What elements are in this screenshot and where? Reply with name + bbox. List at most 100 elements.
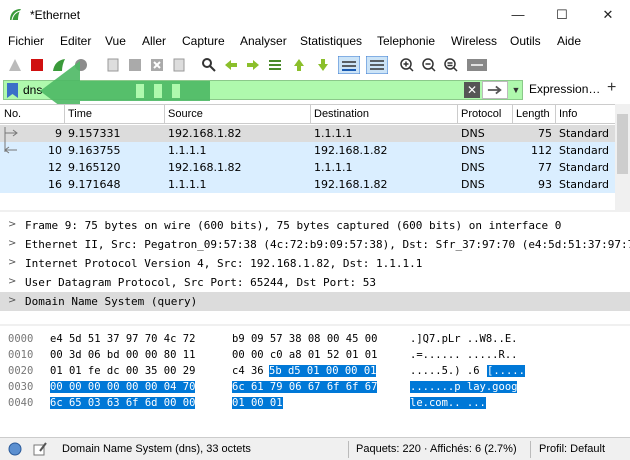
column-destination[interactable]: Destination <box>314 108 369 120</box>
minimize-button[interactable]: — <box>506 4 530 26</box>
go-to-packet-icon[interactable] <box>266 56 284 74</box>
column-length[interactable]: Length <box>516 108 550 120</box>
packet-time: 9.171648 <box>68 178 121 191</box>
menu-analyser[interactable]: Analyser <box>240 34 287 48</box>
expand-chevron-icon[interactable]: > <box>8 295 16 306</box>
status-profile[interactable]: Profil: Default <box>539 443 605 455</box>
hex-bytes-highlighted: 00 00 00 00 00 00 04 70 <box>50 381 196 393</box>
expand-chevron-icon[interactable]: > <box>8 276 16 287</box>
packet-destination: 192.168.1.82 <box>314 144 388 157</box>
column-protocol[interactable]: Protocol <box>461 108 501 120</box>
detail-row-ethernet[interactable]: > Ethernet II, Src: Pegatron_09:57:38 (4… <box>0 235 630 254</box>
detail-row-ip[interactable]: > Internet Protocol Version 4, Src: 192.… <box>0 254 630 273</box>
menu-telephonie[interactable]: Telephonie <box>377 34 435 48</box>
pane-splitter[interactable] <box>0 324 630 326</box>
menu-fichier[interactable]: Fichier <box>8 34 44 48</box>
hex-row[interactable]: 0020 01 01 fe dc 00 35 00 29 c4 36 5b d5… <box>0 364 630 380</box>
hex-ascii-highlighted: le.com.. ... <box>410 397 486 409</box>
detail-row-frame[interactable]: > Frame 9: 75 bytes on wire (600 bits), … <box>0 216 630 235</box>
packet-row[interactable]: 12 9.165120 192.168.1.82 1.1.1.1 DNS 77 … <box>0 159 615 176</box>
hex-bytes: c4 36 <box>232 365 264 377</box>
menu-capture[interactable]: Capture <box>182 34 225 48</box>
hex-row[interactable]: 0010 00 3d 06 bd 00 00 80 11 00 00 c0 a8… <box>0 348 630 364</box>
packet-row[interactable]: 16 9.171648 1.1.1.1 192.168.1.82 DNS 93 … <box>0 176 615 193</box>
expand-chevron-icon[interactable]: > <box>8 257 16 268</box>
menu-aller[interactable]: Aller <box>142 34 166 48</box>
packet-source: 192.168.1.82 <box>168 127 242 140</box>
menu-outils[interactable]: Outils <box>510 34 541 48</box>
column-divider[interactable] <box>512 105 513 123</box>
shark-fin-start-icon[interactable] <box>6 56 24 74</box>
go-first-packet-icon[interactable] <box>290 56 308 74</box>
clear-filter-button[interactable]: ✕ <box>464 82 480 98</box>
column-source[interactable]: Source <box>168 108 203 120</box>
go-back-icon[interactable] <box>222 56 240 74</box>
zoom-in-icon[interactable] <box>398 56 416 74</box>
hex-offset: 0010 <box>8 349 34 361</box>
filter-history-dropdown-icon[interactable]: ▼ <box>510 82 522 98</box>
detail-text: Frame 9: 75 bytes on wire (600 bits), 75… <box>25 219 562 232</box>
capture-status-icon[interactable] <box>8 442 22 456</box>
detail-text: Internet Protocol Version 4, Src: 192.16… <box>25 257 423 270</box>
column-divider[interactable] <box>310 105 311 123</box>
hex-offset: 0040 <box>8 397 34 409</box>
hex-row[interactable]: 0000 e4 5d 51 37 97 70 4c 72 b9 09 57 38… <box>0 332 630 348</box>
status-packet-count: Paquets: 220 · Affichés: 6 (2.7%) <box>356 443 517 455</box>
menu-statistiques[interactable]: Statistiques <box>300 34 362 48</box>
scrollbar-thumb[interactable] <box>617 114 628 174</box>
packet-row[interactable]: 10 9.163755 1.1.1.1 192.168.1.82 DNS 112… <box>0 142 615 159</box>
status-bar: Domain Name System (dns), 33 octets Paqu… <box>0 437 630 460</box>
menu-aide[interactable]: Aide <box>557 34 581 48</box>
column-time[interactable]: Time <box>68 108 92 120</box>
close-button[interactable]: ✕ <box>596 4 620 26</box>
bookmark-icon[interactable] <box>7 83 18 98</box>
packet-row-selected[interactable]: 9 9.157331 192.168.1.82 1.1.1.1 DNS 75 S… <box>0 125 615 142</box>
hex-offset: 0030 <box>8 381 34 393</box>
apply-filter-arrow-icon[interactable] <box>482 81 508 99</box>
expand-chevron-icon[interactable]: > <box>8 238 16 249</box>
column-divider[interactable] <box>555 105 556 123</box>
column-no[interactable]: No. <box>4 108 21 120</box>
maximize-button[interactable]: ☐ <box>550 4 574 26</box>
hex-row[interactable]: 0040 6c 65 03 63 6f 6d 00 00 01 00 01 le… <box>0 396 630 412</box>
menu-editer[interactable]: Editer <box>60 34 91 48</box>
packet-protocol: DNS <box>461 127 485 140</box>
packet-destination: 1.1.1.1 <box>314 161 353 174</box>
packet-info: Standard <box>559 144 610 157</box>
detail-row-udp[interactable]: > User Datagram Protocol, Src Port: 6524… <box>0 273 630 292</box>
packet-list-scrollbar[interactable] <box>615 104 630 210</box>
wireshark-logo-icon <box>10 9 21 21</box>
autoscroll-icon[interactable] <box>338 56 360 74</box>
add-filter-button[interactable]: + <box>607 79 616 97</box>
resize-columns-icon[interactable] <box>466 56 488 74</box>
pane-splitter[interactable] <box>0 210 630 212</box>
hex-offset: 0000 <box>8 333 34 345</box>
colorize-icon[interactable] <box>366 56 388 74</box>
menu-bar: Fichier Editer Vue Aller Capture Analyse… <box>0 32 630 52</box>
edit-comment-icon[interactable] <box>32 441 48 457</box>
column-info[interactable]: Info <box>559 108 577 120</box>
detail-text: User Datagram Protocol, Src Port: 65244,… <box>25 276 376 289</box>
go-last-packet-icon[interactable] <box>314 56 332 74</box>
expand-chevron-icon[interactable]: > <box>8 219 16 230</box>
packet-length: 112 <box>531 144 552 157</box>
zoom-normal-icon[interactable] <box>442 56 460 74</box>
menu-vue[interactable]: Vue <box>105 34 126 48</box>
menu-wireless[interactable]: Wireless <box>451 34 497 48</box>
column-divider[interactable] <box>64 105 65 123</box>
packet-info: Standard <box>559 161 610 174</box>
column-divider[interactable] <box>164 105 165 123</box>
packet-info: Standard <box>559 127 610 140</box>
request-marker-icon <box>4 127 18 142</box>
column-divider[interactable] <box>457 105 458 123</box>
expression-button[interactable]: Expression… <box>529 82 600 96</box>
hex-ascii: .]Q7.pLr ..W8..E. <box>410 333 518 345</box>
go-forward-icon[interactable] <box>244 56 262 74</box>
packet-details-pane: > Frame 9: 75 bytes on wire (600 bits), … <box>0 214 630 324</box>
hex-row[interactable]: 0030 00 00 00 00 00 00 04 70 6c 61 79 06… <box>0 380 630 396</box>
zoom-out-icon[interactable] <box>420 56 438 74</box>
detail-row-dns[interactable]: > Domain Name System (query) <box>0 292 630 311</box>
hex-bytes-highlighted: 5b d5 01 00 00 01 <box>269 365 377 377</box>
hex-ascii: .=...... .....R.. <box>410 349 518 361</box>
packet-list-header: No. Time Source Destination Protocol Len… <box>0 104 615 124</box>
